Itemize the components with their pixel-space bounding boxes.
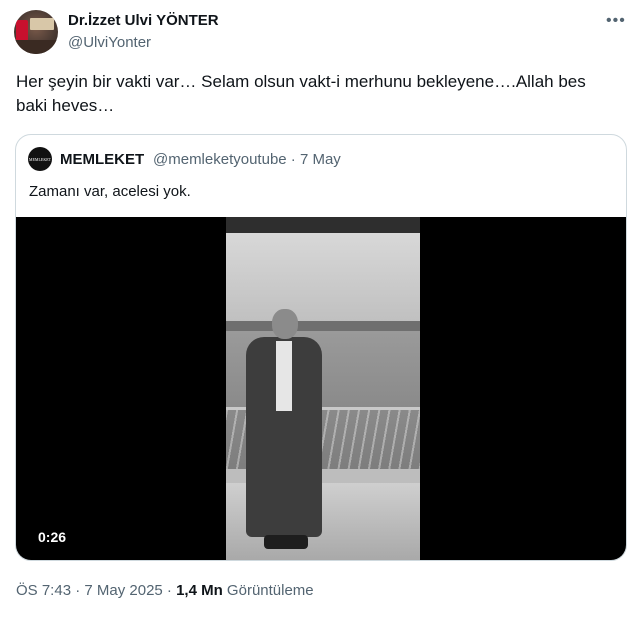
flag-graphic [16, 20, 28, 42]
author-avatar[interactable] [14, 10, 58, 54]
author-name[interactable]: Dr.İzzet Ulvi YÖNTER [68, 12, 219, 29]
views-count: 1,4 Mn [176, 582, 223, 599]
quoted-text: Zamanı var, acelesi yok. [29, 183, 191, 200]
quoted-author-name[interactable]: MEMLEKET [60, 151, 144, 168]
video-player[interactable]: 0:26 [16, 217, 626, 560]
video-duration: 0:26 [38, 529, 67, 545]
roof-beam [226, 217, 420, 233]
author-handle[interactable]: @UlviYonter [68, 34, 151, 51]
person-head [272, 309, 298, 339]
more-options-icon[interactable]: ••• [606, 12, 626, 30]
person-shirt [276, 341, 292, 411]
video-frame [226, 217, 420, 560]
quoted-avatar[interactable]: MEMLEKET [28, 147, 52, 171]
quoted-author-meta[interactable]: @memleketyoutube · 7 May [153, 151, 341, 168]
views-label: Görüntüleme [222, 582, 314, 599]
desk-graphic [14, 40, 58, 54]
sky [226, 233, 420, 333]
quoted-tweet[interactable]: MEMLEKET MEMLEKET @memleketyoutube · 7 M… [15, 134, 627, 561]
person-feet [264, 535, 308, 549]
wall-frames-graphic [30, 18, 54, 30]
tweet-timestamp[interactable]: ÖS 7:43 · 7 May 2025 · [16, 582, 176, 599]
tweet-text: Her şeyin bir vakti var… Selam olsun vak… [16, 72, 586, 115]
tweet-footer: ÖS 7:43 · 7 May 2025 · 1,4 Mn Görüntülem… [16, 582, 314, 599]
